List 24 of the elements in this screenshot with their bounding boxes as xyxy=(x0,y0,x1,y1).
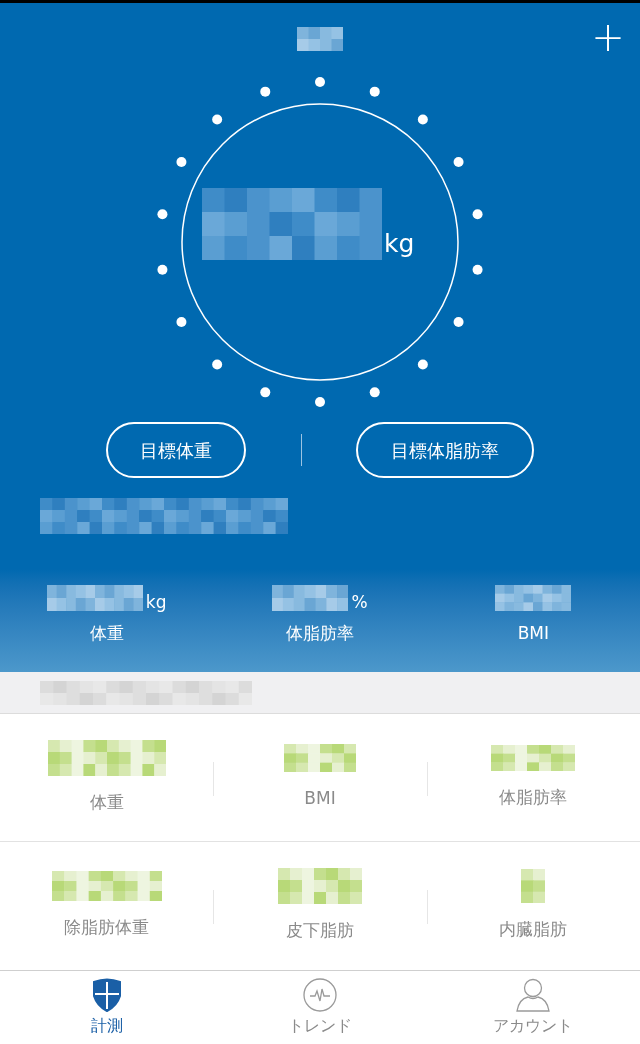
user-icon xyxy=(515,977,552,1012)
goal-button[interactable]: 目標体重 xyxy=(106,422,246,478)
nav-tab[interactable]: トレンド xyxy=(213,971,427,1044)
metric-label: 除脂肪体重 xyxy=(64,916,150,940)
value-unit: % xyxy=(351,594,368,612)
metric-label: 体脂肪率 xyxy=(499,785,568,809)
goal-button[interactable]: 目標体脂肪率 xyxy=(356,422,534,478)
metric-label: 皮下脂肪 xyxy=(286,919,354,943)
pixelated-block xyxy=(297,27,343,51)
pixelated-block xyxy=(284,743,356,772)
add-button[interactable]: + xyxy=(588,17,628,57)
pulse-icon xyxy=(303,977,337,1012)
metric-label: 体重 xyxy=(89,790,124,814)
shield-icon xyxy=(90,977,123,1012)
value-unit: kg xyxy=(145,594,167,612)
weight-unit: kg xyxy=(384,231,415,256)
pixelated-block xyxy=(521,869,546,904)
summary-label: BMI xyxy=(517,622,549,646)
summary-label: 体脂肪率 xyxy=(286,622,354,646)
nav-tab[interactable]: アカウント xyxy=(426,971,640,1044)
nav-tab[interactable]: 計測 xyxy=(0,971,214,1044)
metric-label: 内臓脂肪 xyxy=(499,918,568,942)
metric-label: BMI xyxy=(304,786,336,810)
summary-label: 体重 xyxy=(89,622,124,646)
